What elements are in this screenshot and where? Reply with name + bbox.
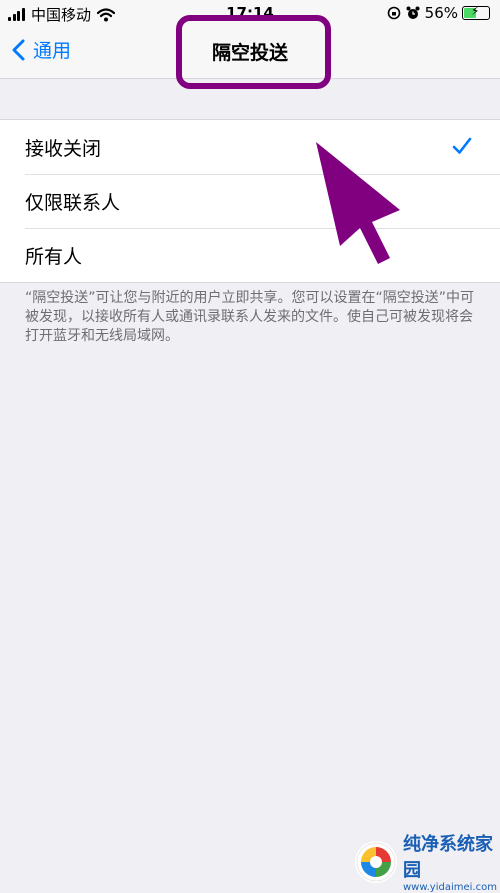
charging-bolt-icon: ⚡ bbox=[471, 4, 480, 18]
alarm-icon bbox=[406, 6, 420, 19]
option-receiving-off[interactable]: 接收关闭 bbox=[0, 120, 500, 174]
status-right: 56% ⚡ bbox=[387, 4, 490, 22]
watermark: 纯净系统家园 www.yidaimei.com bbox=[355, 830, 500, 893]
option-everyone[interactable]: 所有人 bbox=[0, 228, 500, 282]
watermark-name: 纯净系统家园 bbox=[403, 834, 493, 881]
watermark-text: 纯净系统家园 www.yidaimei.com bbox=[403, 830, 500, 893]
airdrop-options-list: 接收关闭 仅限联系人 所有人 bbox=[0, 119, 500, 283]
battery-icon: ⚡ bbox=[462, 4, 490, 20]
airdrop-description: “隔空投送”可让您与附近的用户立即共享。您可以设置在“隔空投送”中可被发现，以接… bbox=[25, 290, 475, 344]
option-label: 仅限联系人 bbox=[25, 191, 121, 214]
lock-rotation-icon bbox=[387, 6, 400, 20]
watermark-url: www.yidaimei.com bbox=[403, 882, 497, 893]
watermark-logo-icon bbox=[355, 840, 397, 883]
option-label: 所有人 bbox=[25, 245, 83, 268]
title-highlight-box bbox=[176, 15, 331, 89]
option-contacts-only[interactable]: 仅限联系人 bbox=[0, 174, 500, 228]
arrow-annotation-icon bbox=[316, 142, 400, 264]
checkmark-icon bbox=[452, 137, 472, 154]
battery-percent: 56% bbox=[424, 4, 458, 22]
option-label: 接收关闭 bbox=[25, 137, 102, 160]
